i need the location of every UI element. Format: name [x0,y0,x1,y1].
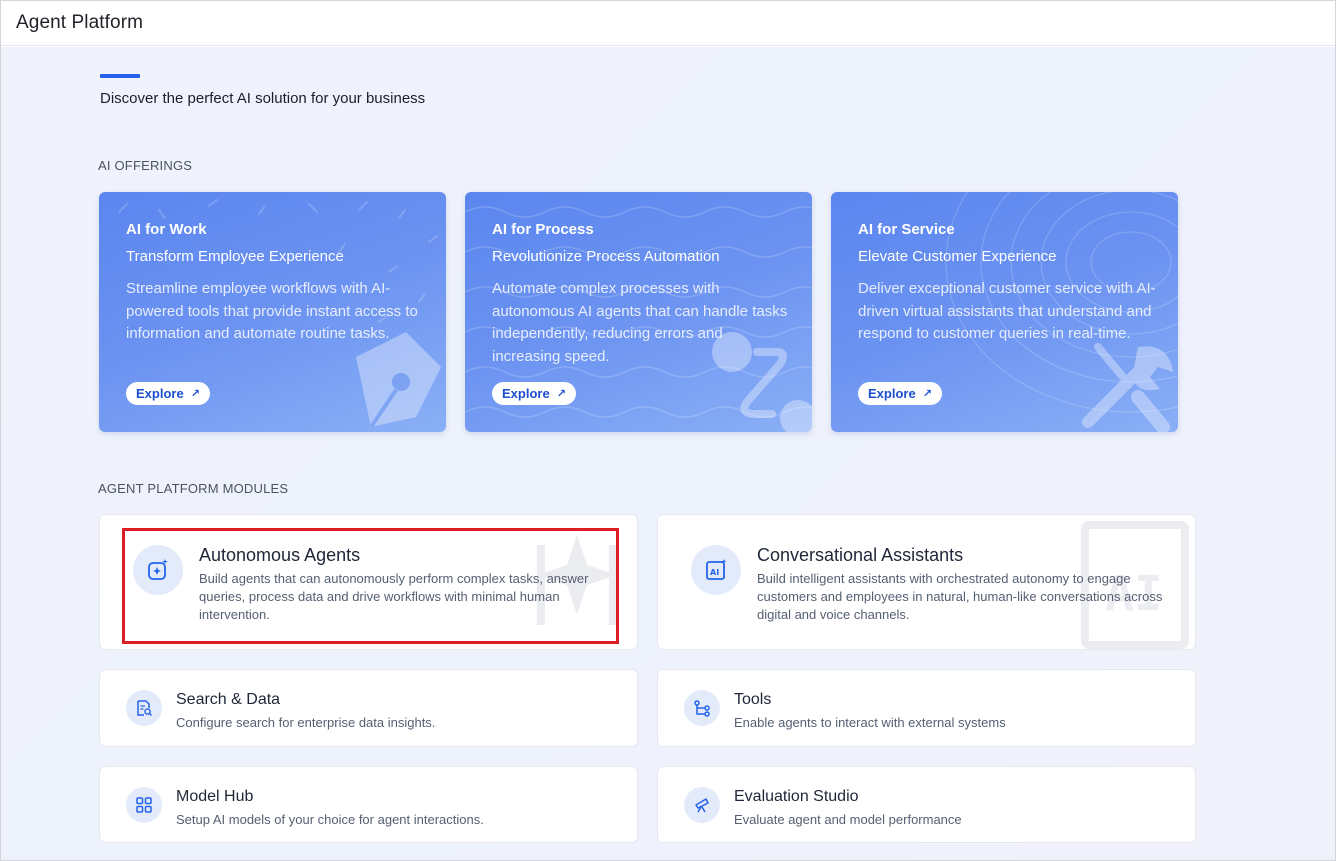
explore-button-process[interactable]: Explore ↗ [492,382,576,405]
explore-button-work[interactable]: Explore ↗ [126,382,210,405]
grid-icon [126,787,162,823]
document-search-icon [126,690,162,726]
module-card-tools[interactable]: Tools Enable agents to interact with ext… [657,669,1196,747]
module-card-search-data[interactable]: Search & Data Configure search for enter… [99,669,638,747]
offering-card-process[interactable]: AI for Process Revolutionize Process Aut… [465,192,812,432]
offering-card-work[interactable]: AI for Work Transform Employee Experienc… [99,192,446,432]
tools-flow-icon [684,690,720,726]
explore-button-service[interactable]: Explore ↗ [858,382,942,405]
highlight-box [122,528,619,644]
offering-subtitle: Elevate Customer Experience [858,248,1057,265]
module-card-evaluation-studio[interactable]: Evaluation Studio Evaluate agent and mod… [657,766,1196,843]
offering-description: Automate complex processes with autonomo… [492,280,788,365]
app-title: Agent Platform [16,12,144,33]
main-content: Discover the perfect AI solution for you… [1,47,1335,860]
arrow-up-right-icon: ↗ [922,388,932,400]
module-card-model-hub[interactable]: Model Hub Setup AI models of your choice… [99,766,638,843]
offering-title: AI for Service [858,221,955,238]
module-title: Evaluation Studio [734,788,859,805]
offering-title: AI for Work [126,221,207,238]
accent-bar [100,74,140,78]
offering-card-service[interactable]: AI for Service Elevate Customer Experien… [831,192,1178,432]
offering-description: Streamline employee workflows with AI-po… [126,280,418,342]
tools-icon [1082,343,1173,432]
section-label-offerings: AI OFFERINGS [98,158,193,173]
module-description: Enable agents to interact with external … [734,715,1006,730]
module-description: Evaluate agent and model performance [734,812,962,827]
section-label-modules: AGENT PLATFORM MODULES [98,481,289,496]
arrow-up-right-icon: ↗ [556,388,566,400]
module-description: Build intelligent assistants with orches… [757,571,1163,622]
offering-subtitle: Revolutionize Process Automation [492,248,720,265]
offering-description: Deliver exceptional customer service wit… [858,280,1156,342]
module-card-conversational-assistants[interactable]: AI AI Conversational Assistants Build in… [657,514,1196,650]
explore-label: Explore [868,386,916,401]
offering-subtitle: Transform Employee Experience [126,248,344,265]
explore-label: Explore [136,386,184,401]
module-title: Conversational Assistants [757,545,964,565]
module-description: Setup AI models of your choice for agent… [176,812,484,827]
page-tagline: Discover the perfect AI solution for you… [100,90,426,107]
svg-text:AI: AI [710,568,719,577]
module-title: Model Hub [176,788,254,805]
explore-label: Explore [502,386,550,401]
module-description: Configure search for enterprise data ins… [176,715,436,730]
arrow-up-right-icon: ↗ [190,388,200,400]
telescope-icon [684,787,720,823]
module-title: Search & Data [176,691,281,708]
module-title: Tools [734,691,772,708]
app-header: Agent Platform [1,1,1335,46]
ai-chip-icon: AI [684,538,748,602]
offering-title: AI for Process [492,221,594,238]
